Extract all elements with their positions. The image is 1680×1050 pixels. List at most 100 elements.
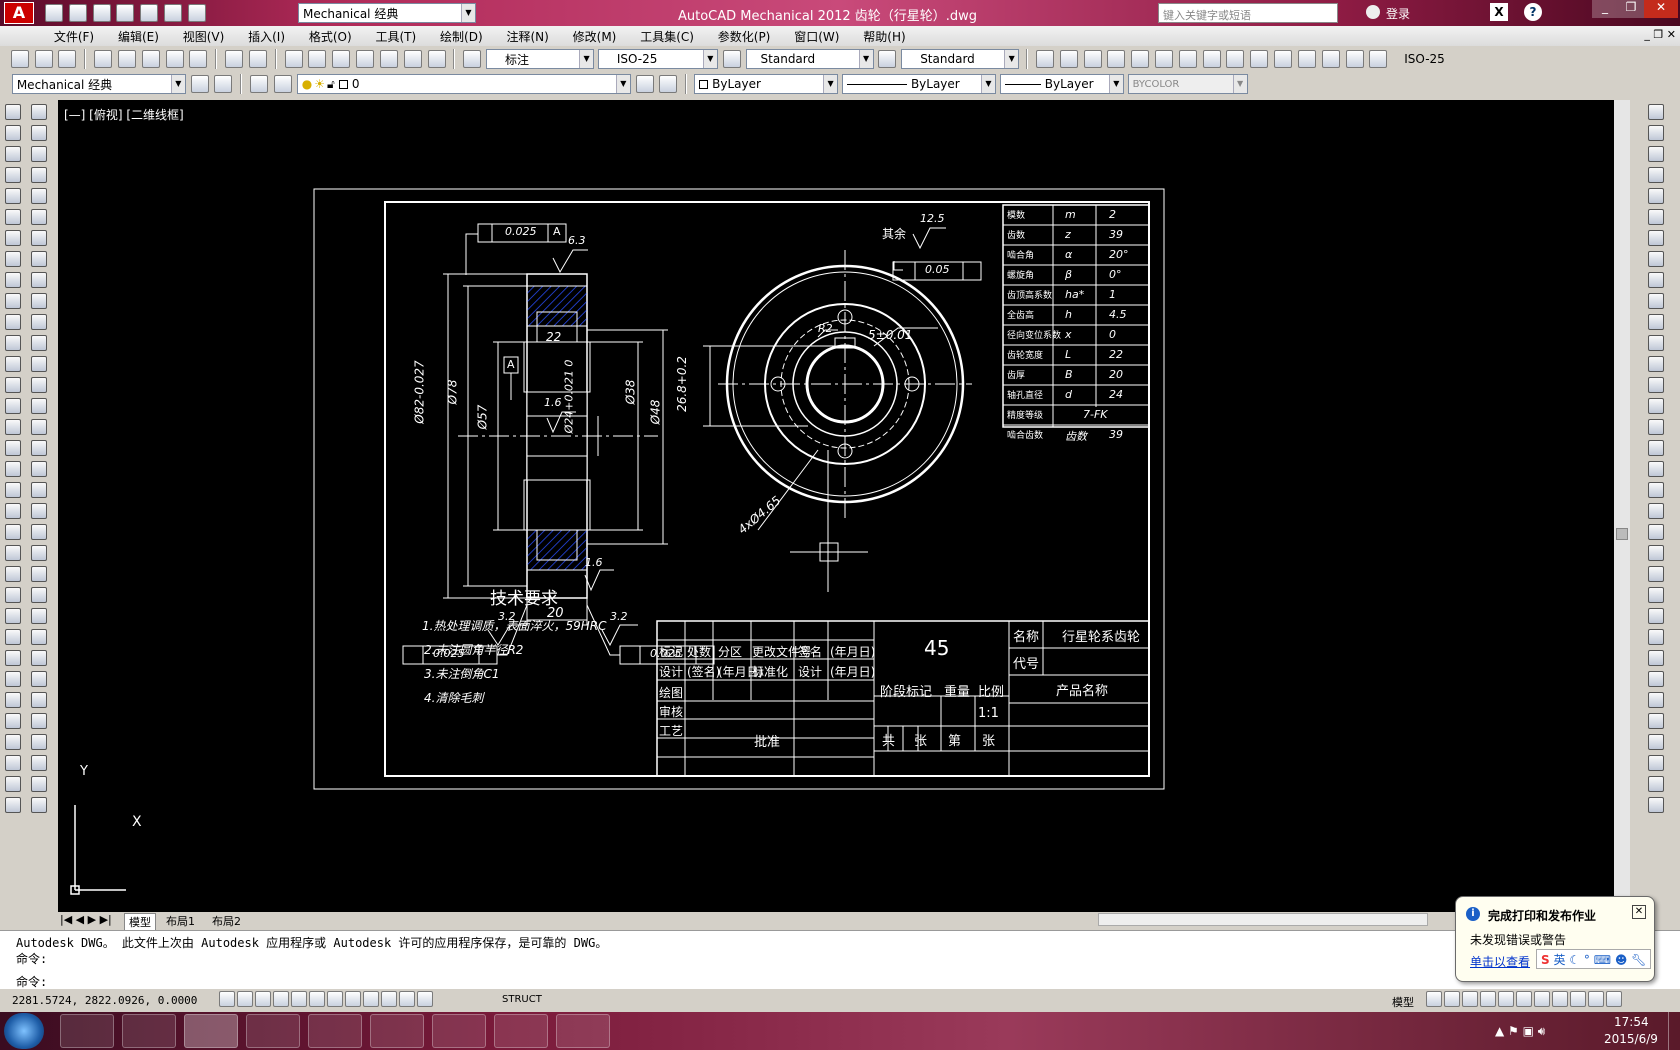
status-tray-icon[interactable] bbox=[1444, 991, 1460, 1007]
ordinate-dim-icon[interactable] bbox=[1107, 50, 1126, 68]
tab-layout2[interactable]: 布局2 bbox=[208, 913, 245, 929]
mechanical-tool-icon[interactable] bbox=[1648, 629, 1664, 645]
status-tray-icon[interactable] bbox=[1570, 991, 1586, 1007]
mechanical-tool-icon[interactable] bbox=[1648, 503, 1664, 519]
mechanical-tool-icon[interactable] bbox=[1648, 188, 1664, 204]
draw-tool-icon[interactable] bbox=[5, 167, 21, 183]
mechanical-tool-icon[interactable] bbox=[1648, 293, 1664, 309]
modify-tool-icon[interactable] bbox=[31, 755, 47, 771]
modify-tool-icon[interactable] bbox=[31, 230, 47, 246]
tab-model[interactable]: 模型 bbox=[124, 913, 156, 931]
arc-dim-icon[interactable] bbox=[1083, 50, 1102, 68]
doc-window-controls[interactable]: _ ❐ ✕ bbox=[1644, 28, 1676, 41]
workspace-select[interactable]: Mechanical 经典 ▼ bbox=[298, 3, 476, 23]
modify-tool-icon[interactable] bbox=[31, 629, 47, 645]
menu-format[interactable]: 格式(O) bbox=[299, 26, 362, 45]
mechanical-tool-icon[interactable] bbox=[1648, 671, 1664, 687]
quick-dim-icon[interactable] bbox=[1226, 50, 1245, 68]
menu-edit[interactable]: 编辑(E) bbox=[108, 26, 169, 45]
clock-date[interactable]: 2015/6/9 bbox=[1604, 1032, 1658, 1046]
user-icon[interactable] bbox=[1366, 5, 1380, 19]
horizontal-scrollbar[interactable] bbox=[1098, 913, 1428, 926]
modify-tool-icon[interactable] bbox=[31, 167, 47, 183]
draw-tool-icon[interactable] bbox=[5, 566, 21, 582]
notify-link[interactable]: 单击以查看 bbox=[1470, 953, 1530, 970]
undo-icon[interactable] bbox=[164, 4, 183, 22]
vertical-scrollbar[interactable] bbox=[1614, 100, 1630, 912]
tray-icons[interactable]: ▲ ⚑ ▣ 🔊︎ bbox=[1495, 1024, 1545, 1039]
radius-dim-icon[interactable] bbox=[1131, 50, 1150, 68]
status-tray-icon[interactable] bbox=[1426, 991, 1442, 1007]
status-tray-icon[interactable] bbox=[1588, 991, 1604, 1007]
draw-tool-icon[interactable] bbox=[5, 398, 21, 414]
new-icon[interactable] bbox=[45, 4, 63, 22]
draw-tool-icon[interactable] bbox=[5, 251, 21, 267]
coordinate-readout[interactable]: 2281.5724, 2822.0926, 0.0000 bbox=[12, 994, 197, 1007]
login-link[interactable]: 登录 bbox=[1386, 5, 1410, 22]
design-center-icon[interactable] bbox=[308, 50, 327, 68]
draw-tool-icon[interactable] bbox=[5, 587, 21, 603]
mechanical-tool-icon[interactable] bbox=[1648, 356, 1664, 372]
mechanical-tool-icon[interactable] bbox=[1648, 524, 1664, 540]
mechanical-tool-icon[interactable] bbox=[1648, 398, 1664, 414]
draw-tool-icon[interactable] bbox=[5, 377, 21, 393]
menu-help[interactable]: 帮助(H) bbox=[853, 26, 915, 45]
draw-tool-icon[interactable] bbox=[5, 314, 21, 330]
modify-tool-icon[interactable] bbox=[31, 419, 47, 435]
mechanical-tool-icon[interactable] bbox=[1648, 419, 1664, 435]
open-icon[interactable] bbox=[34, 50, 53, 68]
mechanical-tool-icon[interactable] bbox=[1648, 125, 1664, 141]
status-toggle-icon[interactable] bbox=[399, 991, 415, 1007]
app-logo-icon[interactable]: A bbox=[4, 2, 34, 24]
tab-layout1[interactable]: 布局1 bbox=[162, 913, 199, 929]
status-tray-icon[interactable] bbox=[1606, 991, 1622, 1007]
menu-annotate[interactable]: 注释(N) bbox=[496, 26, 558, 45]
draw-tool-icon[interactable] bbox=[5, 104, 21, 120]
status-tray-icon[interactable] bbox=[1480, 991, 1496, 1007]
dim-edit-icon[interactable] bbox=[1369, 50, 1388, 68]
mechanical-tool-icon[interactable] bbox=[1648, 167, 1664, 183]
mechanical-tool-icon[interactable] bbox=[1648, 230, 1664, 246]
draw-tool-icon[interactable] bbox=[5, 713, 21, 729]
close-button[interactable]: ✕ bbox=[1644, 0, 1678, 18]
status-toggle-icon[interactable] bbox=[417, 991, 433, 1007]
preview-icon[interactable] bbox=[117, 50, 136, 68]
make-current-icon[interactable] bbox=[635, 75, 654, 93]
workspace-select-2[interactable]: Mechanical 经典 ▼ bbox=[11, 74, 186, 94]
status-tray-icon[interactable] bbox=[1552, 991, 1568, 1007]
ime-toolbar[interactable]: S 英 ☾ ° ⌨ ☻ 🔧︎ bbox=[1536, 949, 1652, 969]
draw-tool-icon[interactable] bbox=[5, 755, 21, 771]
modify-tool-icon[interactable] bbox=[31, 692, 47, 708]
draw-tool-icon[interactable] bbox=[5, 440, 21, 456]
mechanical-tool-icon[interactable] bbox=[1648, 608, 1664, 624]
mechanical-tool-icon[interactable] bbox=[1648, 482, 1664, 498]
modify-tool-icon[interactable] bbox=[31, 776, 47, 792]
draw-tool-icon[interactable] bbox=[5, 671, 21, 687]
draw-tool-icon[interactable] bbox=[5, 125, 21, 141]
mechanical-tool-icon[interactable] bbox=[1648, 251, 1664, 267]
angular-dim-icon[interactable] bbox=[1202, 50, 1221, 68]
status-toggle-icon[interactable] bbox=[291, 991, 307, 1007]
draw-tool-icon[interactable] bbox=[5, 608, 21, 624]
table-style-select[interactable]: Standard ▼ bbox=[901, 49, 1020, 69]
mechanical-tool-icon[interactable] bbox=[1648, 650, 1664, 666]
modify-tool-icon[interactable] bbox=[31, 797, 47, 813]
menu-modify[interactable]: 修改(M) bbox=[563, 26, 627, 45]
table-style-icon[interactable] bbox=[878, 50, 897, 68]
text-style-icon[interactable] bbox=[463, 50, 482, 68]
modify-tool-icon[interactable] bbox=[31, 356, 47, 372]
draw-tool-icon[interactable] bbox=[5, 146, 21, 162]
center-mark-icon[interactable] bbox=[1321, 50, 1340, 68]
modify-tool-icon[interactable] bbox=[31, 587, 47, 603]
inspection-icon[interactable] bbox=[1345, 50, 1364, 68]
status-toggle-icon[interactable] bbox=[237, 991, 253, 1007]
draw-tool-icon[interactable] bbox=[5, 524, 21, 540]
properties-icon[interactable] bbox=[284, 50, 303, 68]
mechanical-tool-icon[interactable] bbox=[1648, 692, 1664, 708]
menu-window[interactable]: 窗口(W) bbox=[784, 26, 849, 45]
layer-state-icon[interactable] bbox=[273, 75, 292, 93]
help-icon[interactable]: ? bbox=[1524, 3, 1542, 21]
modify-tool-icon[interactable] bbox=[31, 251, 47, 267]
baseline-dim-icon[interactable] bbox=[1250, 50, 1269, 68]
publish-icon[interactable] bbox=[141, 50, 160, 68]
